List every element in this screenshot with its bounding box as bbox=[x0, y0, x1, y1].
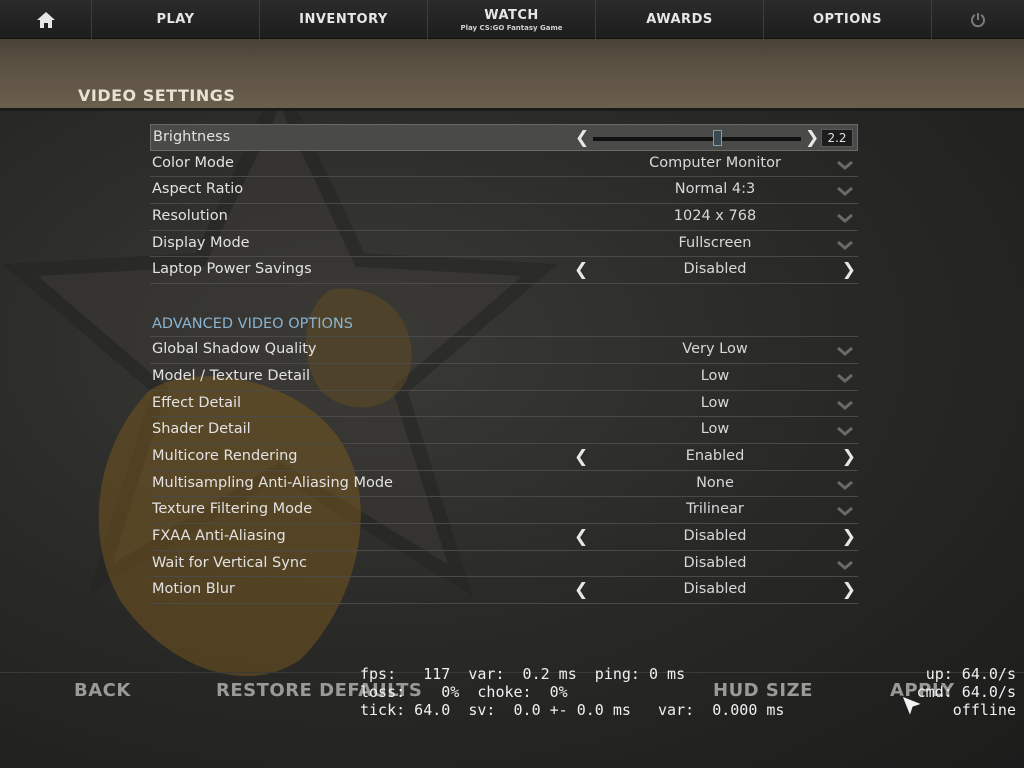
setting-laptop-power-savings[interactable]: Laptop Power Savings ❮ Disabled ❯ bbox=[150, 257, 858, 285]
setting-label: FXAA Anti-Aliasing bbox=[152, 527, 286, 544]
setting-multicore-rendering[interactable]: Multicore Rendering ❮ Enabled ❯ bbox=[150, 444, 858, 471]
setting-msaa-mode[interactable]: Multisampling Anti-Aliasing Mode None bbox=[150, 471, 858, 498]
setting-value: Low bbox=[700, 367, 730, 384]
chevron-down-icon[interactable] bbox=[836, 345, 854, 357]
brightness-value: 2.2 bbox=[821, 129, 853, 147]
setting-label: Display Mode bbox=[152, 234, 250, 251]
netgraph-stats: fps: 117 var: 0.2 ms ping: 0 ms loss: 0% … bbox=[360, 665, 784, 719]
brightness-slider-track[interactable] bbox=[593, 137, 801, 141]
setting-label: Color Mode bbox=[152, 154, 234, 171]
netgraph-cmd-rate: cmd: 64.0/s bbox=[916, 683, 1016, 701]
setting-shader-detail[interactable]: Shader Detail Low bbox=[150, 417, 858, 444]
setting-value: Computer Monitor bbox=[649, 154, 781, 171]
setting-label: Texture Filtering Mode bbox=[152, 501, 313, 518]
netgraph-rates: up: 64.0/s cmd: 64.0/s offline bbox=[917, 665, 1016, 719]
nav-watch-label: WATCH bbox=[484, 7, 539, 23]
setting-label: Brightness bbox=[153, 129, 231, 145]
setting-value: Enabled bbox=[685, 447, 745, 464]
chevron-down-icon[interactable] bbox=[836, 239, 854, 251]
chevron-down-icon[interactable] bbox=[836, 185, 854, 197]
netgraph-up-rate: up: 64.0/s bbox=[925, 665, 1016, 683]
chevron-right-icon[interactable]: ❯ bbox=[805, 128, 819, 148]
chevron-right-icon[interactable]: ❯ bbox=[842, 260, 856, 280]
setting-global-shadow-quality[interactable]: Global Shadow Quality Very Low bbox=[150, 337, 858, 364]
setting-value: 1024 x 768 bbox=[673, 208, 757, 225]
setting-label: Wait for Vertical Sync bbox=[152, 554, 307, 571]
setting-label: Shader Detail bbox=[152, 421, 251, 438]
top-nav: PLAY INVENTORY WATCH Play CS:GO Fantasy … bbox=[0, 0, 1024, 39]
setting-label: Model / Texture Detail bbox=[152, 367, 311, 384]
setting-value: Normal 4:3 bbox=[674, 181, 756, 198]
nav-inventory-tab[interactable]: INVENTORY bbox=[260, 0, 428, 39]
nav-inventory-label: INVENTORY bbox=[299, 12, 388, 27]
setting-texture-filtering-mode[interactable]: Texture Filtering Mode Trilinear bbox=[150, 497, 858, 524]
chevron-down-icon[interactable] bbox=[836, 159, 854, 171]
chevron-left-icon[interactable]: ❮ bbox=[575, 128, 589, 148]
setting-brightness[interactable]: Brightness ❮ ❯ 2.2 bbox=[150, 124, 858, 151]
page-title: VIDEO SETTINGS bbox=[78, 86, 236, 105]
setting-value: Disabled bbox=[683, 261, 747, 278]
setting-display-mode[interactable]: Display Mode Fullscreen bbox=[150, 231, 858, 258]
setting-vertical-sync[interactable]: Wait for Vertical Sync Disabled bbox=[150, 551, 858, 578]
setting-label: Motion Blur bbox=[152, 581, 235, 598]
nav-play-label: PLAY bbox=[156, 12, 195, 27]
nav-options-label: OPTIONS bbox=[812, 12, 883, 27]
setting-label: Aspect Ratio bbox=[152, 181, 244, 198]
setting-model-texture-detail[interactable]: Model / Texture Detail Low bbox=[150, 364, 858, 391]
nav-play-tab[interactable]: PLAY bbox=[92, 0, 260, 39]
chevron-down-icon[interactable] bbox=[836, 212, 854, 224]
chevron-down-icon[interactable] bbox=[836, 505, 854, 517]
netgraph-status: offline bbox=[952, 701, 1016, 719]
setting-effect-detail[interactable]: Effect Detail Low bbox=[150, 391, 858, 418]
back-button[interactable]: BACK bbox=[74, 680, 131, 701]
cursor-icon bbox=[901, 695, 924, 718]
setting-fxaa[interactable]: FXAA Anti-Aliasing ❮ Disabled ❯ bbox=[150, 524, 858, 551]
chevron-right-icon[interactable]: ❯ bbox=[842, 527, 856, 547]
setting-value: Fullscreen bbox=[678, 234, 752, 251]
settings-list: Brightness ❮ ❯ 2.2 Color Mode Computer M… bbox=[150, 124, 858, 604]
setting-label: Effect Detail bbox=[152, 394, 242, 411]
setting-color-mode[interactable]: Color Mode Computer Monitor bbox=[150, 151, 858, 178]
setting-value: Disabled bbox=[683, 527, 747, 544]
nav-watch-sublabel: Play CS:GO Fantasy Game bbox=[460, 23, 563, 32]
setting-label: Resolution bbox=[152, 208, 228, 225]
chevron-down-icon[interactable] bbox=[836, 425, 854, 437]
setting-value: None bbox=[696, 474, 734, 491]
netgraph-line-loss: loss: 0% choke: 0% bbox=[360, 683, 568, 701]
chevron-right-icon[interactable]: ❯ bbox=[842, 447, 856, 467]
header-divider bbox=[0, 108, 1024, 111]
chevron-down-icon[interactable] bbox=[836, 372, 854, 384]
power-icon bbox=[971, 12, 985, 27]
setting-value: Disabled bbox=[683, 581, 747, 598]
chevron-down-icon[interactable] bbox=[836, 479, 854, 491]
nav-awards-tab[interactable]: AWARDS bbox=[596, 0, 764, 39]
nav-options-tab[interactable]: OPTIONS bbox=[764, 0, 932, 39]
chevron-down-icon[interactable] bbox=[836, 399, 854, 411]
setting-value: Low bbox=[700, 421, 730, 438]
setting-label: Laptop Power Savings bbox=[152, 261, 312, 278]
netgraph-line-tick: tick: 64.0 sv: 0.0 +- 0.0 ms var: 0.000 … bbox=[360, 701, 785, 719]
setting-value: Very Low bbox=[682, 341, 748, 358]
setting-aspect-ratio[interactable]: Aspect Ratio Normal 4:3 bbox=[150, 177, 858, 205]
chevron-down-icon[interactable] bbox=[836, 559, 854, 571]
setting-motion-blur[interactable]: Motion Blur ❮ Disabled ❯ bbox=[150, 577, 858, 604]
setting-label: Multisampling Anti-Aliasing Mode bbox=[152, 474, 393, 491]
power-button[interactable] bbox=[932, 0, 1024, 39]
setting-label: Multicore Rendering bbox=[152, 447, 298, 464]
chevron-right-icon[interactable]: ❯ bbox=[842, 580, 856, 600]
nav-awards-label: AWARDS bbox=[646, 12, 713, 27]
advanced-section-title: ADVANCED VIDEO OPTIONS bbox=[150, 310, 858, 338]
setting-value: Trilinear bbox=[686, 501, 744, 518]
setting-value: Disabled bbox=[683, 554, 747, 571]
home-icon bbox=[36, 11, 55, 28]
setting-resolution[interactable]: Resolution 1024 x 768 bbox=[150, 204, 858, 231]
nav-home-button[interactable] bbox=[0, 0, 92, 39]
nav-watch-tab[interactable]: WATCH Play CS:GO Fantasy Game bbox=[428, 0, 596, 39]
brightness-slider-handle[interactable] bbox=[713, 130, 723, 146]
setting-label: Global Shadow Quality bbox=[152, 341, 317, 358]
setting-value: Low bbox=[700, 394, 730, 411]
netgraph-line-fps: fps: 117 var: 0.2 ms ping: 0 ms bbox=[360, 665, 686, 683]
